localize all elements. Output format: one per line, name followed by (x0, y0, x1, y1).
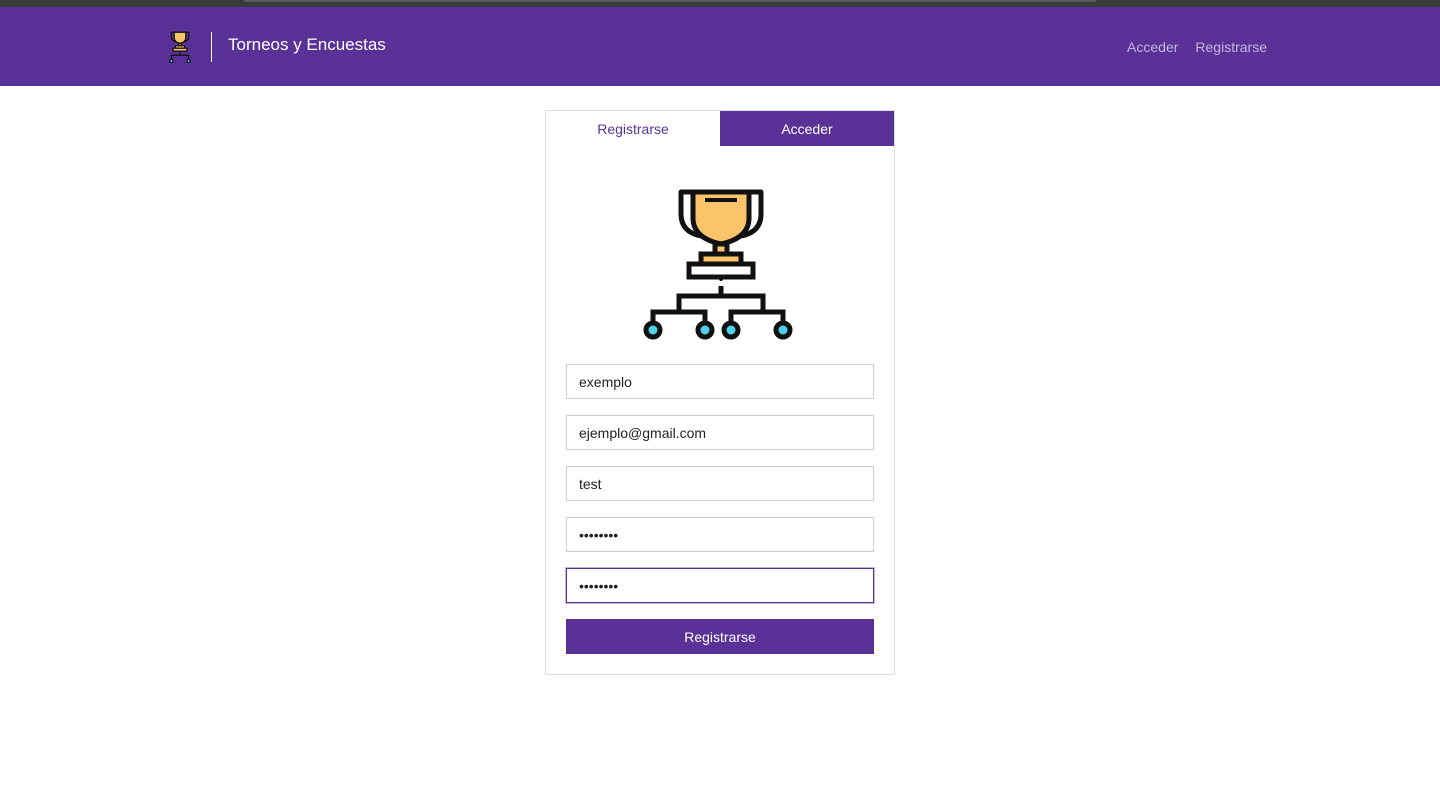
password-field[interactable] (566, 517, 874, 552)
browser-top-strip (0, 0, 1440, 7)
register-submit-button[interactable]: Registrarse (566, 619, 874, 654)
top-navbar: Torneos y Encuestas Acceder Registrarse (0, 7, 1440, 86)
email-input[interactable] (567, 416, 873, 449)
confirm-password-input[interactable] (567, 569, 873, 602)
auth-tabs: Registrarse Acceder (546, 111, 894, 146)
tab-register[interactable]: Registrarse (546, 111, 720, 146)
brand-title[interactable]: Torneos y Encuestas (228, 34, 386, 56)
browser-address-bar (244, 0, 1096, 2)
register-card: Registrarse Acceder exemplo ejemplo@gmai… (545, 110, 895, 675)
tab-login[interactable]: Acceder (720, 111, 894, 146)
username-field[interactable] (566, 466, 874, 501)
username-input[interactable] (567, 467, 873, 500)
confirm-password-field[interactable] (566, 568, 874, 603)
nav-login-link[interactable]: Acceder (1127, 38, 1178, 56)
password-input[interactable] (567, 518, 873, 551)
brand-divider (211, 32, 212, 62)
nav-register-link[interactable]: Registrarse (1195, 38, 1267, 56)
trophy-bracket-icon (643, 189, 793, 340)
name-input[interactable] (567, 365, 873, 398)
email-field[interactable] (566, 415, 874, 450)
nav-links: Acceder Registrarse (1127, 38, 1267, 56)
trophy-bracket-icon[interactable] (164, 31, 196, 63)
name-field[interactable] (566, 364, 874, 399)
